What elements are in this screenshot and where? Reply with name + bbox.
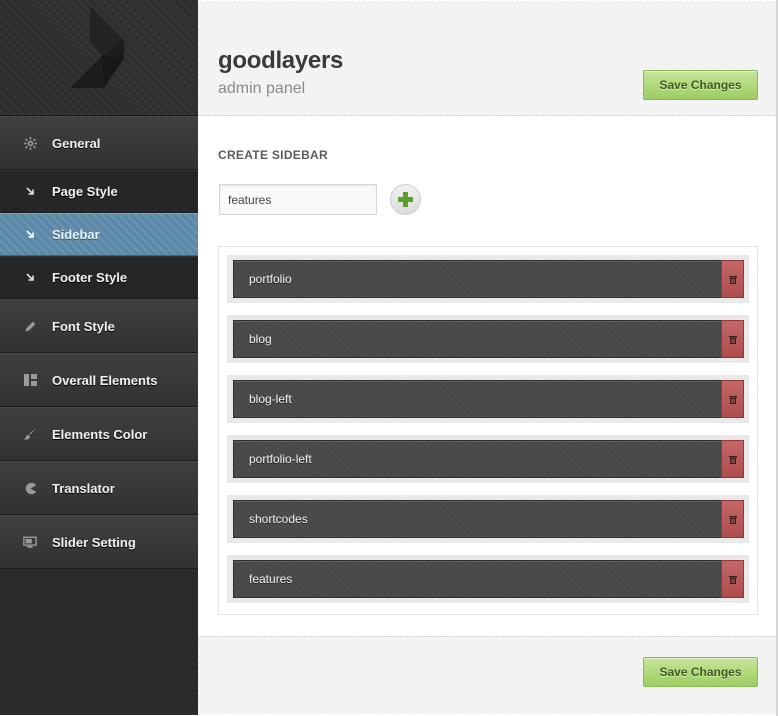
sidebar-item-general[interactable]: General: [0, 116, 198, 170]
trash-icon: [728, 515, 737, 524]
brush-icon: [22, 426, 38, 442]
sidebar-item-label: Translator: [52, 480, 115, 496]
sidebar-item-label: Footer Style: [52, 270, 128, 285]
gear-icon: [22, 135, 38, 151]
sidebar-nav: General Page Style Sidebar Footer Style …: [0, 0, 198, 715]
add-sidebar-button[interactable]: [390, 184, 421, 215]
save-changes-button-bottom[interactable]: Save Changes: [643, 657, 758, 687]
plus-icon: [398, 192, 413, 207]
trash-icon: [728, 335, 737, 344]
sidebar-item-footer-style[interactable]: Footer Style: [0, 256, 198, 299]
sidebar-entry[interactable]: blog-left: [233, 380, 744, 418]
arrow-down-right-icon: [22, 227, 38, 243]
list-item: blog-left: [227, 375, 749, 423]
sidebar-list: portfolio blog blog-left portfolio-left …: [218, 246, 758, 615]
sidebar-item-sidebar[interactable]: Sidebar: [0, 213, 198, 256]
delete-button[interactable]: [721, 440, 744, 478]
list-item: features: [227, 555, 749, 603]
sidebar-item-label: Elements Color: [52, 426, 148, 442]
sidebar-entry[interactable]: portfolio-left: [233, 440, 744, 478]
delete-button[interactable]: [721, 380, 744, 418]
sidebar-entry-name: blog-left: [249, 392, 292, 406]
sidebar-entry[interactable]: portfolio: [233, 260, 744, 298]
header: goodlayers admin panel Save Changes: [198, 1, 776, 116]
main-content: CREATE SIDEBAR portfolio blog blog-left: [198, 117, 776, 636]
list-item: portfolio-left: [227, 435, 749, 483]
trash-icon: [728, 575, 737, 584]
sidebar-item-label: Slider Setting: [52, 534, 136, 550]
footer: Save Changes: [198, 636, 776, 714]
pacman-icon: [22, 480, 38, 496]
sidebar-item-label: General: [52, 135, 101, 151]
sidebar-item-overall-elements[interactable]: Overall Elements: [0, 353, 198, 407]
list-item: portfolio: [227, 255, 749, 303]
sidebar-entry-name: blog: [249, 332, 272, 346]
save-changes-button-top[interactable]: Save Changes: [643, 70, 758, 100]
list-item: shortcodes: [227, 495, 749, 543]
sidebar-item-label: Overall Elements: [52, 372, 158, 388]
arrow-down-right-icon: [22, 184, 38, 200]
sidebar-entry-name: shortcodes: [249, 512, 308, 526]
sidebar-filler: [0, 569, 198, 715]
sidebar-item-label: Page Style: [52, 184, 118, 199]
pencil-icon: [22, 318, 38, 334]
delete-button[interactable]: [721, 260, 744, 298]
sidebar-entry[interactable]: features: [233, 560, 744, 598]
delete-button[interactable]: [721, 560, 744, 598]
sidebar-name-input[interactable]: [219, 184, 377, 215]
sidebar-item-font-style[interactable]: Font Style: [0, 299, 198, 353]
section-title: CREATE SIDEBAR: [218, 148, 328, 162]
delete-button[interactable]: [721, 500, 744, 538]
monitor-icon: [22, 534, 38, 550]
sidebar-entry-name: portfolio-left: [249, 452, 312, 466]
layout-icon: [22, 372, 38, 388]
sidebar-item-elements-color[interactable]: Elements Color: [0, 407, 198, 461]
trash-icon: [728, 455, 737, 464]
goodlayers-logo-icon: [70, 6, 124, 88]
list-item: blog: [227, 315, 749, 363]
sidebar-item-translator[interactable]: Translator: [0, 461, 198, 515]
logo-area: [0, 0, 198, 116]
trash-icon: [728, 395, 737, 404]
arrow-down-right-icon: [22, 270, 38, 286]
sidebar-item-slider-setting[interactable]: Slider Setting: [0, 515, 198, 569]
brand-title: goodlayers: [218, 47, 344, 74]
delete-button[interactable]: [721, 320, 744, 358]
sidebar-entry-name: portfolio: [249, 272, 292, 286]
sidebar-entry-name: features: [249, 572, 293, 586]
sidebar-item-label: Sidebar: [52, 227, 100, 242]
brand-subtitle: admin panel: [218, 80, 306, 97]
sidebar-item-label: Font Style: [52, 318, 115, 334]
sidebar-item-page-style[interactable]: Page Style: [0, 170, 198, 213]
trash-icon: [728, 275, 737, 284]
sidebar-entry[interactable]: shortcodes: [233, 500, 744, 538]
sidebar-entry[interactable]: blog: [233, 320, 744, 358]
